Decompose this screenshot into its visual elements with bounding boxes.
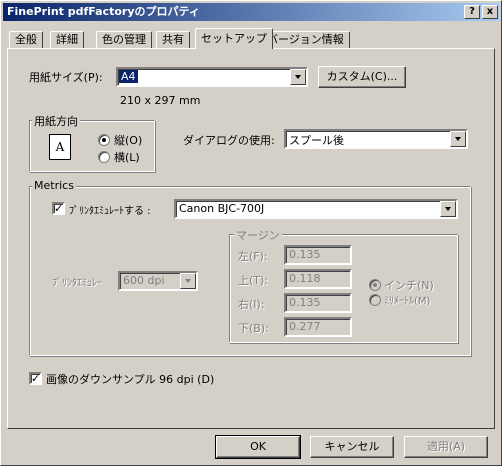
- custom-button[interactable]: カスタム(C)...: [318, 66, 406, 88]
- margin-top-input[interactable]: 0.118: [284, 269, 352, 289]
- margin-top-label: 上(T):: [238, 274, 269, 287]
- printer-value: Canon BJC-700J: [179, 202, 265, 215]
- landscape-label: 横(L): [114, 151, 140, 164]
- resolution-value: 600 dpi: [123, 274, 165, 287]
- ok-button[interactable]: OK: [215, 435, 301, 459]
- paper-size-label: 用紙サイズ(P):: [29, 71, 103, 84]
- dialog-usage-label: ダイアログの使用:: [183, 134, 275, 147]
- margin-bottom-label: 下(B):: [238, 322, 269, 335]
- landscape-radio[interactable]: [98, 151, 110, 163]
- checkmark-icon: ✓: [54, 202, 64, 215]
- portrait-page-icon: A: [49, 134, 71, 160]
- margin-bottom-input[interactable]: 0.277: [284, 317, 352, 337]
- paper-size-combo[interactable]: A4: [116, 67, 308, 87]
- unit-inch-radio[interactable]: [369, 279, 381, 291]
- printer-combo[interactable]: Canon BJC-700J: [174, 199, 458, 219]
- unit-mm-radio[interactable]: [369, 294, 381, 306]
- metrics-group-label: Metrics: [32, 179, 76, 192]
- portrait-label: 縦(O): [114, 134, 143, 147]
- margin-group-label: マージン: [234, 227, 282, 243]
- downsample-label: 画像のダウンサンプル 96 dpi (D): [46, 373, 215, 386]
- dialog-usage-combo[interactable]: スプール後: [284, 129, 468, 149]
- portrait-radio[interactable]: [98, 134, 110, 146]
- chevron-down-icon[interactable]: [450, 131, 466, 147]
- paper-size-value: A4: [119, 70, 138, 83]
- dialog-usage-value: スプール後: [289, 134, 344, 147]
- chevron-down-icon[interactable]: [290, 69, 306, 85]
- margin-left-input[interactable]: 0.135: [284, 245, 352, 265]
- emulate-printer-label: ﾌﾟﾘﾝﾀｴﾐｭﾚｰﾄする :: [69, 206, 151, 217]
- apply-button[interactable]: 適用(A): [404, 436, 488, 458]
- cancel-button[interactable]: キャンセル: [310, 436, 394, 458]
- chevron-down-icon[interactable]: [440, 201, 456, 217]
- unit-inch-label: インチ(N): [384, 279, 434, 292]
- orientation-group-label: 用紙方向: [32, 113, 80, 129]
- margin-left-label: 左(F):: [238, 250, 268, 263]
- emulator-label: ﾌﾟﾘﾝﾀｴﾐｭﾚｰ: [52, 278, 102, 289]
- margin-right-label: 右(I):: [238, 298, 265, 311]
- margin-right-input[interactable]: 0.135: [284, 293, 352, 313]
- checkmark-icon: ✓: [31, 372, 41, 385]
- unit-mm-label: ﾐﾘﾒｰﾄﾙ(M): [384, 296, 431, 307]
- resolution-combo[interactable]: 600 dpi: [118, 271, 198, 291]
- chevron-down-icon[interactable]: [180, 273, 196, 289]
- downsample-checkbox[interactable]: ✓: [29, 372, 42, 385]
- paper-dimensions: 210 x 297 mm: [120, 94, 201, 107]
- emulate-printer-checkbox[interactable]: ✓: [52, 202, 65, 215]
